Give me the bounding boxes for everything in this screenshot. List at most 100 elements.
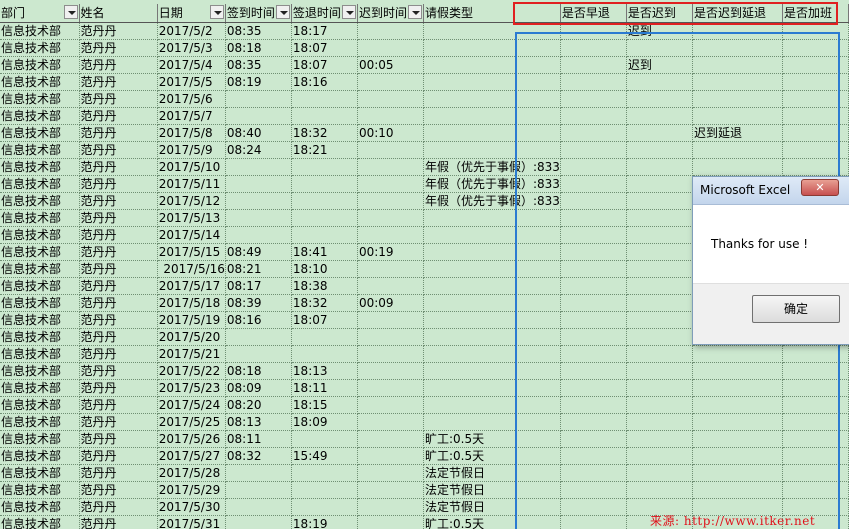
cell-early-leave[interactable] (560, 260, 627, 278)
cell-date[interactable]: 2017/5/27 (157, 447, 226, 465)
cell-late-overtime[interactable] (692, 430, 783, 448)
cell-late-overtime[interactable] (692, 362, 783, 380)
cell-checkin[interactable]: 08:35 (225, 56, 292, 74)
cell-late-time[interactable] (357, 379, 424, 397)
cell-overtime[interactable] (782, 107, 849, 125)
cell-date[interactable]: 2017/5/2 (157, 22, 226, 40)
cell-leave-type[interactable] (423, 56, 561, 74)
cell-late[interactable] (626, 481, 693, 499)
cell-checkin[interactable]: 08:49 (225, 243, 292, 261)
cell-checkin[interactable] (225, 328, 292, 346)
cell-checkout[interactable]: 18:11 (291, 379, 358, 397)
cell-checkin[interactable] (225, 464, 292, 482)
cell-leave-type[interactable]: 年假（优先于事假）:833 (423, 192, 561, 210)
cell-late-time[interactable]: 00:19 (357, 243, 424, 261)
header-cell-checkin[interactable]: 签到时间 (225, 4, 292, 23)
cell-name[interactable]: 范丹丹 (79, 294, 158, 312)
cell-leave-type[interactable]: 旷工:0.5天 (423, 515, 561, 529)
cell-date[interactable]: 2017/5/14 (157, 226, 226, 244)
header-cell-date[interactable]: 日期 (157, 4, 226, 23)
cell-late-overtime[interactable] (692, 39, 783, 57)
cell-dept[interactable]: 信息技术部 (0, 447, 80, 465)
cell-late-overtime[interactable] (692, 22, 783, 40)
cell-dept[interactable]: 信息技术部 (0, 158, 80, 176)
header-cell-late-overtime[interactable]: 是否迟到延退 (692, 4, 783, 23)
cell-name[interactable]: 范丹丹 (79, 226, 158, 244)
cell-checkout[interactable]: 18:07 (291, 39, 358, 57)
cell-leave-type[interactable] (423, 413, 561, 431)
cell-date[interactable]: 2017/5/30 (157, 498, 226, 516)
header-cell-leave-type[interactable]: 请假类型 (423, 4, 561, 23)
cell-leave-type[interactable] (423, 209, 561, 227)
cell-early-leave[interactable] (560, 515, 627, 529)
cell-late[interactable] (626, 226, 693, 244)
cell-checkin[interactable]: 08:20 (225, 396, 292, 414)
cell-dept[interactable]: 信息技术部 (0, 73, 80, 91)
cell-overtime[interactable] (782, 396, 849, 414)
cell-date[interactable]: 2017/5/23 (157, 379, 226, 397)
cell-date[interactable]: 2017/5/3 (157, 39, 226, 57)
cell-dept[interactable]: 信息技术部 (0, 243, 80, 261)
filter-dropdown-icon[interactable] (209, 5, 224, 19)
cell-late-time[interactable] (357, 515, 424, 529)
cell-late-time[interactable] (357, 141, 424, 159)
cell-date[interactable]: 2017/5/13 (157, 209, 226, 227)
cell-late-overtime[interactable] (692, 396, 783, 414)
cell-overtime[interactable] (782, 22, 849, 40)
cell-late[interactable] (626, 311, 693, 329)
cell-early-leave[interactable] (560, 175, 627, 193)
cell-date[interactable]: 2017/5/9 (157, 141, 226, 159)
cell-late-time[interactable] (357, 90, 424, 108)
cell-date[interactable]: 2017/5/19 (157, 311, 226, 329)
cell-overtime[interactable] (782, 464, 849, 482)
cell-dept[interactable]: 信息技术部 (0, 311, 80, 329)
cell-late-overtime[interactable] (692, 345, 783, 363)
cell-name[interactable]: 范丹丹 (79, 430, 158, 448)
cell-dept[interactable]: 信息技术部 (0, 515, 80, 529)
cell-late-overtime[interactable] (692, 158, 783, 176)
cell-leave-type[interactable] (423, 396, 561, 414)
cell-late-time[interactable]: 00:05 (357, 56, 424, 74)
cell-early-leave[interactable] (560, 141, 627, 159)
cell-early-leave[interactable] (560, 294, 627, 312)
cell-late[interactable] (626, 209, 693, 227)
cell-name[interactable]: 范丹丹 (79, 124, 158, 142)
cell-late[interactable] (626, 243, 693, 261)
cell-late-overtime[interactable] (692, 107, 783, 125)
cell-late[interactable] (626, 464, 693, 482)
cell-leave-type[interactable] (423, 345, 561, 363)
cell-early-leave[interactable] (560, 73, 627, 91)
cell-checkout[interactable] (291, 175, 358, 193)
cell-date[interactable]: 2017/5/20 (157, 328, 226, 346)
cell-late[interactable]: 迟到 (626, 56, 693, 74)
dialog-close-button[interactable]: ✕ (801, 179, 839, 196)
cell-checkout[interactable] (291, 107, 358, 125)
cell-early-leave[interactable] (560, 277, 627, 295)
cell-checkin[interactable]: 08:24 (225, 141, 292, 159)
cell-late[interactable] (626, 192, 693, 210)
cell-late[interactable] (626, 413, 693, 431)
cell-checkin[interactable]: 08:35 (225, 22, 292, 40)
cell-date[interactable]: 2017/5/15 (157, 243, 226, 261)
cell-checkout[interactable] (291, 481, 358, 499)
cell-late[interactable] (626, 430, 693, 448)
cell-dept[interactable]: 信息技术部 (0, 277, 80, 295)
cell-late-time[interactable] (357, 430, 424, 448)
cell-late-time[interactable]: 00:09 (357, 294, 424, 312)
header-cell-checkout[interactable]: 签退时间 (291, 4, 358, 23)
header-cell-name[interactable]: 姓名 (79, 4, 158, 23)
cell-leave-type[interactable] (423, 328, 561, 346)
cell-dept[interactable]: 信息技术部 (0, 39, 80, 57)
cell-overtime[interactable] (782, 413, 849, 431)
cell-checkout[interactable]: 18:07 (291, 311, 358, 329)
cell-early-leave[interactable] (560, 464, 627, 482)
cell-date[interactable]: 2017/5/28 (157, 464, 226, 482)
cell-name[interactable]: 范丹丹 (79, 464, 158, 482)
cell-overtime[interactable] (782, 73, 849, 91)
cell-name[interactable]: 范丹丹 (79, 345, 158, 363)
cell-overtime[interactable] (782, 39, 849, 57)
cell-name[interactable]: 范丹丹 (79, 175, 158, 193)
cell-leave-type[interactable] (423, 277, 561, 295)
cell-early-leave[interactable] (560, 362, 627, 380)
cell-checkin[interactable]: 08:11 (225, 430, 292, 448)
